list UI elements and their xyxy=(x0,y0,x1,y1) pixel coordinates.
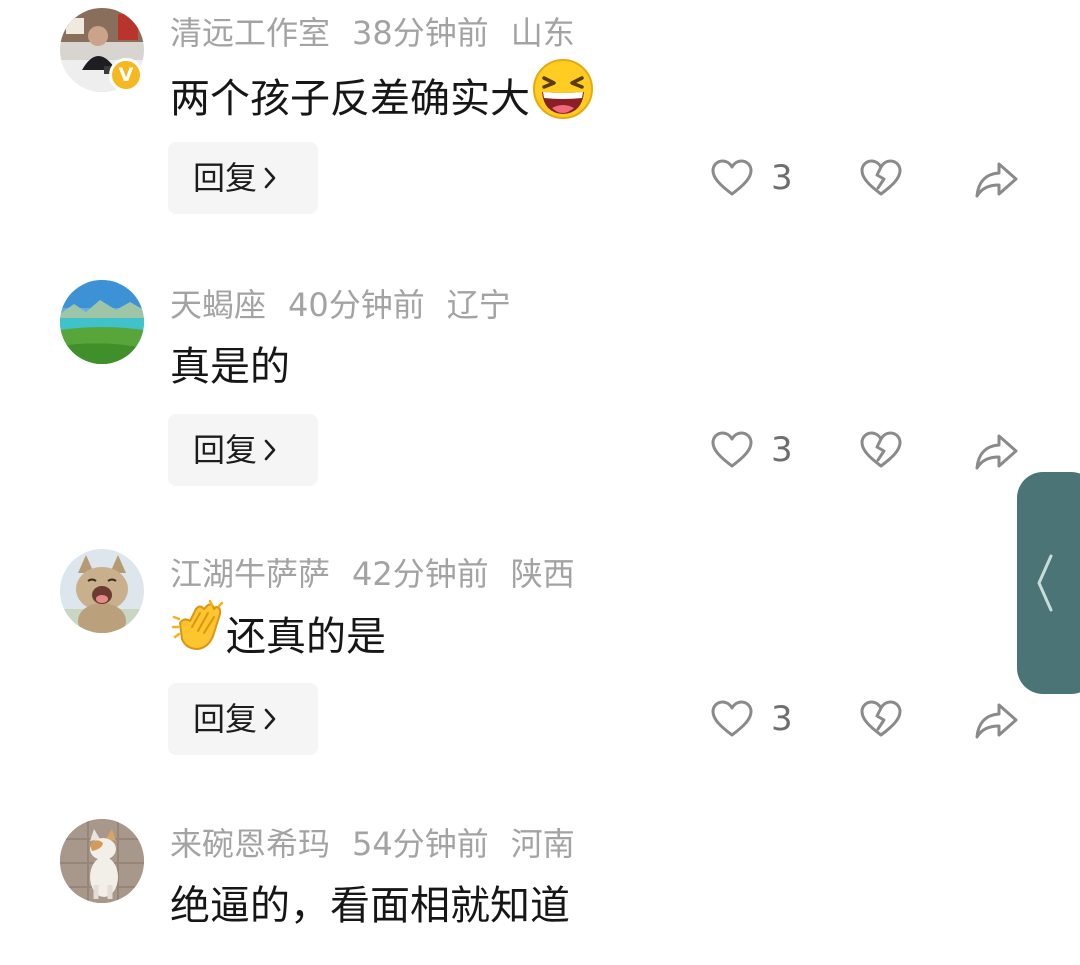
heart-icon[interactable] xyxy=(710,158,754,198)
reply-label: 回复 xyxy=(193,159,258,197)
comment-text: 真是的 xyxy=(170,336,290,398)
comment-text: 两个孩子反差确实大 xyxy=(170,59,596,138)
heart-icon[interactable] xyxy=(710,699,754,739)
avatar[interactable] xyxy=(60,819,144,903)
share-icon[interactable] xyxy=(973,160,1019,200)
username[interactable]: 江湖牛萨萨 xyxy=(170,555,330,593)
comment-location: 山东 xyxy=(510,14,575,52)
like-count: 3 xyxy=(771,158,793,198)
reply-label: 回复 xyxy=(193,700,258,738)
broken-heart-icon[interactable] xyxy=(859,699,903,739)
username[interactable]: 清远工作室 xyxy=(170,14,330,52)
chevron-right-icon xyxy=(264,708,276,730)
comment-time: 38分钟前 xyxy=(352,14,489,52)
comment-text-content: 两个孩子反差确实大 xyxy=(170,76,530,122)
clapping-hands-icon xyxy=(170,599,226,673)
grinning-squinting-face-icon xyxy=(530,59,596,138)
share-icon[interactable] xyxy=(973,432,1019,472)
comment-text: 绝逼的，看面相就知道 xyxy=(170,875,570,937)
comment-location: 陕西 xyxy=(510,555,575,593)
username[interactable]: 来碗恩希玛 xyxy=(170,825,330,863)
comment-time: 40分钟前 xyxy=(288,286,425,324)
comment-text-content: 绝逼的，看面相就知道 xyxy=(170,883,570,929)
comment-text: 还真的是 xyxy=(170,599,386,673)
comment-meta: 天蝎座 40分钟前 辽宁 xyxy=(170,282,533,328)
reply-label: 回复 xyxy=(193,431,258,469)
comment-item: 来碗恩希玛 54分钟前 河南 绝逼的，看面相就知道 xyxy=(0,811,1080,965)
comment-meta: 清远工作室 38分钟前 山东 xyxy=(170,10,597,56)
reply-button[interactable]: 回复 xyxy=(168,683,318,755)
comment-item: V 清远工作室 38分钟前 山东 两个孩子反差确实大 回复 3 xyxy=(0,0,1080,240)
reply-button[interactable]: 回复 xyxy=(168,142,318,214)
avatar[interactable] xyxy=(60,280,144,364)
comment-location: 河南 xyxy=(510,825,575,863)
comment-location: 辽宁 xyxy=(446,286,511,324)
share-icon[interactable] xyxy=(973,701,1019,741)
broken-heart-icon[interactable] xyxy=(859,158,903,198)
comment-text-content: 还真的是 xyxy=(226,614,386,660)
broken-heart-icon[interactable] xyxy=(859,430,903,470)
chevron-left-icon xyxy=(1037,554,1053,612)
reply-button[interactable]: 回复 xyxy=(168,414,318,486)
comment-time: 54分钟前 xyxy=(352,825,489,863)
side-panel-toggle[interactable] xyxy=(1017,472,1080,694)
verified-badge-icon: V xyxy=(109,58,143,92)
chevron-right-icon xyxy=(264,439,276,461)
heart-icon[interactable] xyxy=(710,430,754,470)
comment-item: 天蝎座 40分钟前 辽宁 真是的 回复 3 xyxy=(0,272,1080,512)
username[interactable]: 天蝎座 xyxy=(170,286,266,324)
comment-time: 42分钟前 xyxy=(352,555,489,593)
like-count: 3 xyxy=(771,699,793,739)
like-count: 3 xyxy=(771,430,793,470)
comment-meta: 江湖牛萨萨 42分钟前 陕西 xyxy=(170,551,597,597)
comment-meta: 来碗恩希玛 54分钟前 河南 xyxy=(170,821,597,867)
comment-text-content: 真是的 xyxy=(170,344,290,390)
avatar[interactable] xyxy=(60,549,144,633)
chevron-right-icon xyxy=(264,167,276,189)
comment-item: 江湖牛萨萨 42分钟前 陕西 还真的是 回复 3 xyxy=(0,541,1080,781)
